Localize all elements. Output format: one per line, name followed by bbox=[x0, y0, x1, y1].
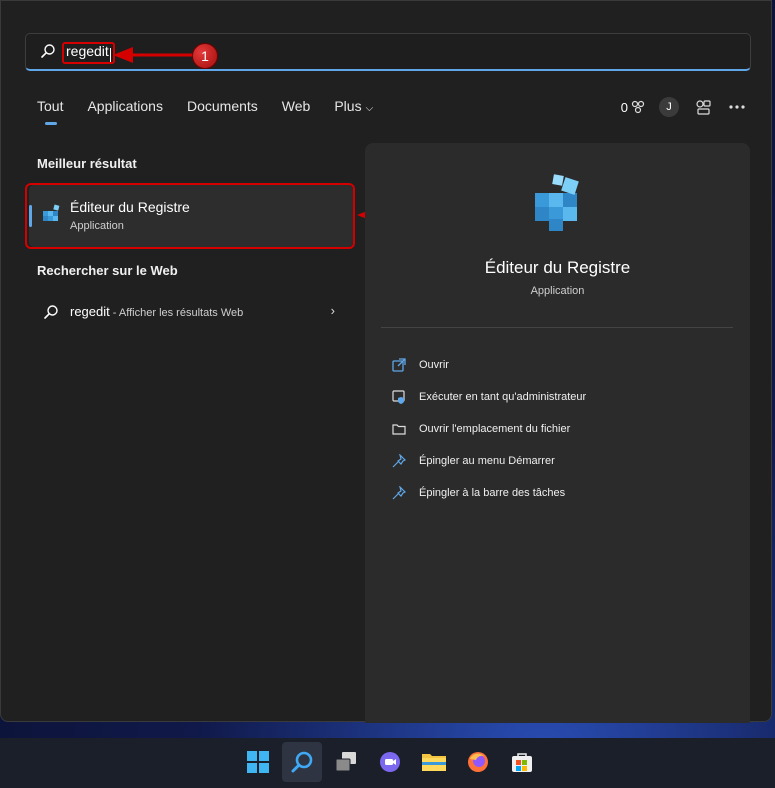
action-open-label: Ouvrir bbox=[419, 359, 449, 371]
action-run-as-admin-label: Exécuter en tant qu'administrateur bbox=[419, 391, 587, 403]
text-caret bbox=[110, 48, 111, 62]
header-actions: 0 J bbox=[621, 97, 747, 117]
best-match-heading: Meilleur résultat bbox=[37, 156, 137, 171]
annotation-badge-1: 1 bbox=[192, 43, 218, 69]
task-view-icon[interactable] bbox=[326, 742, 366, 782]
shield-run-icon bbox=[391, 389, 407, 405]
firefox-icon[interactable] bbox=[458, 742, 498, 782]
best-match-title: Éditeur du Registre bbox=[70, 199, 190, 215]
search-box[interactable] bbox=[25, 33, 751, 71]
web-query-suffix: - Afficher les résultats Web bbox=[109, 307, 244, 319]
tab-applications[interactable]: Applications bbox=[87, 98, 163, 128]
selection-indicator bbox=[29, 205, 32, 227]
divider bbox=[381, 327, 733, 328]
action-pin-to-start-label: Épingler au menu Démarrer bbox=[419, 455, 555, 467]
detail-title: Éditeur du Registre bbox=[484, 258, 631, 277]
action-pin-to-taskbar[interactable]: Épingler à la barre des tâches bbox=[391, 477, 586, 509]
devices-icon[interactable] bbox=[693, 97, 713, 117]
folder-icon bbox=[391, 421, 407, 437]
search-icon[interactable] bbox=[282, 742, 322, 782]
detail-pane: Éditeur du Registre Application Ouvrir E… bbox=[365, 143, 750, 723]
tab-documents[interactable]: Documents bbox=[187, 98, 258, 128]
chevron-down-icon: ⌵ bbox=[365, 103, 374, 114]
rewards-points[interactable]: 0 bbox=[621, 100, 645, 115]
registry-editor-large-icon bbox=[535, 174, 579, 231]
file-explorer-icon[interactable] bbox=[414, 742, 454, 782]
action-open-file-location[interactable]: Ouvrir l'emplacement du fichier bbox=[391, 413, 586, 445]
tab-web[interactable]: Web bbox=[282, 98, 311, 128]
chevron-right-icon: › bbox=[330, 303, 335, 318]
tab-plus[interactable]: Plus ⌵ bbox=[334, 98, 373, 128]
action-pin-to-start[interactable]: Épingler au menu Démarrer bbox=[391, 445, 586, 477]
detail-subtitle: Application bbox=[530, 285, 585, 297]
action-run-as-admin[interactable]: Exécuter en tant qu'administrateur bbox=[391, 381, 586, 413]
action-pin-to-taskbar-label: Épingler à la barre des tâches bbox=[419, 487, 566, 499]
store-icon[interactable] bbox=[502, 742, 542, 782]
avatar[interactable]: J bbox=[659, 97, 679, 117]
points-count: 0 bbox=[620, 99, 628, 115]
open-icon bbox=[391, 357, 407, 373]
filter-tabs: Tout Applications Documents Web Plus ⌵ bbox=[37, 98, 397, 128]
search-input[interactable] bbox=[62, 40, 706, 62]
pin-icon bbox=[391, 485, 407, 501]
registry-editor-icon bbox=[43, 204, 60, 221]
windows-icon[interactable] bbox=[238, 742, 278, 782]
teams-chat-icon[interactable] bbox=[370, 742, 410, 782]
best-match-result[interactable]: Éditeur du Registre Application bbox=[29, 185, 353, 247]
web-query: regedit bbox=[70, 304, 110, 319]
taskbar bbox=[0, 738, 775, 788]
taskbar-apps bbox=[238, 742, 542, 782]
more-options-icon[interactable] bbox=[727, 97, 747, 117]
action-list: Ouvrir Exécuter en tant qu'administrateu… bbox=[391, 349, 586, 509]
action-open[interactable]: Ouvrir bbox=[391, 349, 586, 381]
search-panel: 1 Tout Applications Documents Web Plus⌵ … bbox=[0, 0, 772, 723]
trophy-icon bbox=[631, 100, 645, 114]
best-match-subtitle: Application bbox=[70, 220, 124, 232]
web-search-label: regedit - Afficher les résultats Web bbox=[70, 304, 243, 319]
pin-icon bbox=[391, 453, 407, 469]
web-search-heading: Rechercher sur le Web bbox=[37, 263, 178, 278]
web-search-result[interactable]: regedit - Afficher les résultats Web › bbox=[29, 295, 353, 327]
search-icon bbox=[41, 44, 55, 58]
action-open-file-location-label: Ouvrir l'emplacement du fichier bbox=[419, 423, 571, 435]
tab-tout[interactable]: Tout bbox=[37, 98, 63, 128]
search-icon bbox=[44, 305, 58, 319]
